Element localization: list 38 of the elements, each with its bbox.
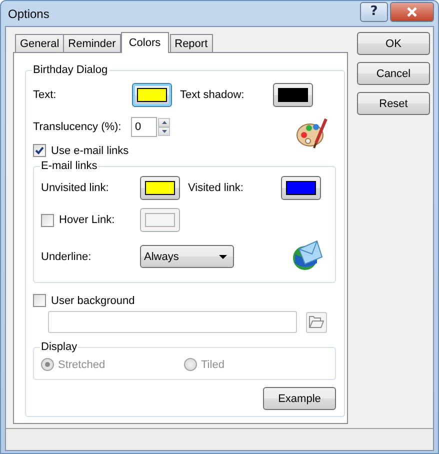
color-button[interactable]: [140, 176, 180, 200]
field-label: Text shadow:: [180, 89, 246, 101]
field-label: Unvisited link:: [41, 182, 110, 194]
example-button[interactable]: Example: [263, 387, 336, 410]
checkbox[interactable]: [33, 144, 46, 157]
color-button[interactable]: [132, 83, 172, 107]
color-button[interactable]: [281, 176, 321, 200]
caret-icon: [219, 254, 227, 258]
checkbox-label: User background: [51, 294, 135, 306]
checkbox-label: Use e-mail links: [51, 144, 129, 156]
mail-globe-icon: [291, 239, 323, 271]
dropdown[interactable]: Always: [140, 245, 234, 268]
folder-icon: [309, 316, 324, 328]
group-title: E-mail links: [41, 160, 98, 172]
close-button[interactable]: [390, 2, 434, 22]
help-button[interactable]: ?: [360, 2, 388, 22]
tab[interactable]: Reminder: [63, 34, 121, 52]
window-title: Options: [7, 6, 50, 20]
field-label: Text:: [33, 89, 58, 101]
checkbox-label: Hover Link:: [59, 214, 115, 226]
tab[interactable]: General: [15, 34, 64, 52]
dialog-button[interactable]: Cancel: [357, 62, 430, 85]
field-label: Underline:: [41, 250, 92, 262]
tab[interactable]: Colors: [120, 32, 169, 53]
dialog-button[interactable]: OK: [357, 32, 430, 55]
group-title: Birthday Dialog: [33, 64, 108, 76]
color-button[interactable]: [273, 83, 313, 107]
radio-label: Stretched: [58, 358, 106, 370]
browse-button[interactable]: [306, 312, 327, 332]
close-icon: [406, 6, 418, 16]
group-title: Display: [41, 341, 78, 353]
field-label: Visited link:: [188, 182, 244, 194]
tab[interactable]: Report: [170, 34, 213, 52]
spin-buttons[interactable]: [158, 118, 170, 136]
number-field[interactable]: 0: [131, 117, 157, 137]
dialog-button[interactable]: Reset: [357, 92, 430, 115]
field-label: Translucency (%):: [33, 121, 122, 133]
radio-label: Tiled: [201, 358, 224, 370]
